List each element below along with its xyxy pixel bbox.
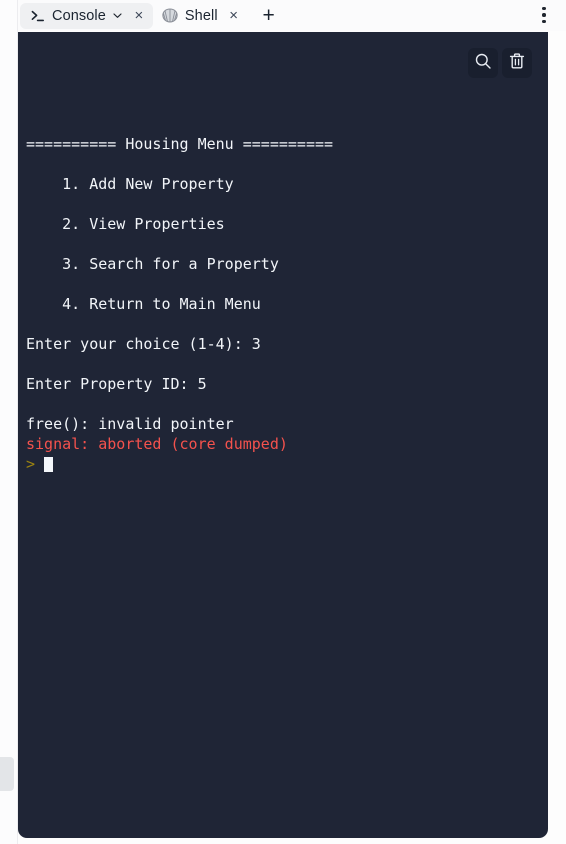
tab-console[interactable]: Console × bbox=[20, 2, 153, 29]
tab-shell-close-icon[interactable]: × bbox=[222, 4, 246, 28]
console-line: 1. Add New Property bbox=[26, 175, 234, 193]
text-cursor bbox=[44, 457, 54, 472]
kebab-dot bbox=[542, 19, 546, 24]
left-gutter bbox=[0, 0, 18, 844]
console-line: Enter your choice (1-4): 3 bbox=[26, 335, 261, 353]
console-line: 3. Search for a Property bbox=[26, 255, 279, 273]
tab-console-label: Console bbox=[52, 7, 106, 24]
console-line: 4. Return to Main Menu bbox=[26, 295, 261, 313]
console-line: Enter Property ID: 5 bbox=[26, 375, 207, 393]
tab-console-close-icon[interactable]: × bbox=[127, 4, 151, 28]
console-output[interactable]: ========== Housing Menu ========== 1. Ad… bbox=[18, 32, 548, 474]
gutter-panel-handle[interactable] bbox=[0, 757, 14, 791]
tab-shell[interactable]: Shell × bbox=[153, 3, 248, 29]
console-line: 2. View Properties bbox=[26, 215, 225, 233]
console-panel: ========== Housing Menu ========== 1. Ad… bbox=[18, 32, 548, 838]
kebab-dot bbox=[542, 6, 546, 11]
prompt-symbol: > bbox=[26, 455, 36, 473]
console-line: free(): invalid pointer bbox=[26, 415, 234, 433]
chevron-down-icon[interactable] bbox=[112, 10, 123, 21]
new-tab-button[interactable]: + bbox=[256, 3, 282, 29]
kebab-menu-icon[interactable] bbox=[532, 3, 556, 27]
console-line: signal: aborted (core dumped) bbox=[26, 435, 288, 453]
console-line: ========== Housing Menu ========== bbox=[26, 135, 334, 153]
console-pane-window: Console × Shell × + ========== Housing M… bbox=[0, 0, 566, 844]
kebab-dot bbox=[542, 13, 546, 17]
terminal-prompt-icon bbox=[29, 8, 46, 23]
tab-shell-label: Shell bbox=[184, 7, 218, 24]
console-prompt-line[interactable]: > bbox=[26, 454, 548, 474]
seashell-icon bbox=[162, 8, 179, 23]
tab-bar: Console × Shell × + bbox=[18, 0, 566, 31]
